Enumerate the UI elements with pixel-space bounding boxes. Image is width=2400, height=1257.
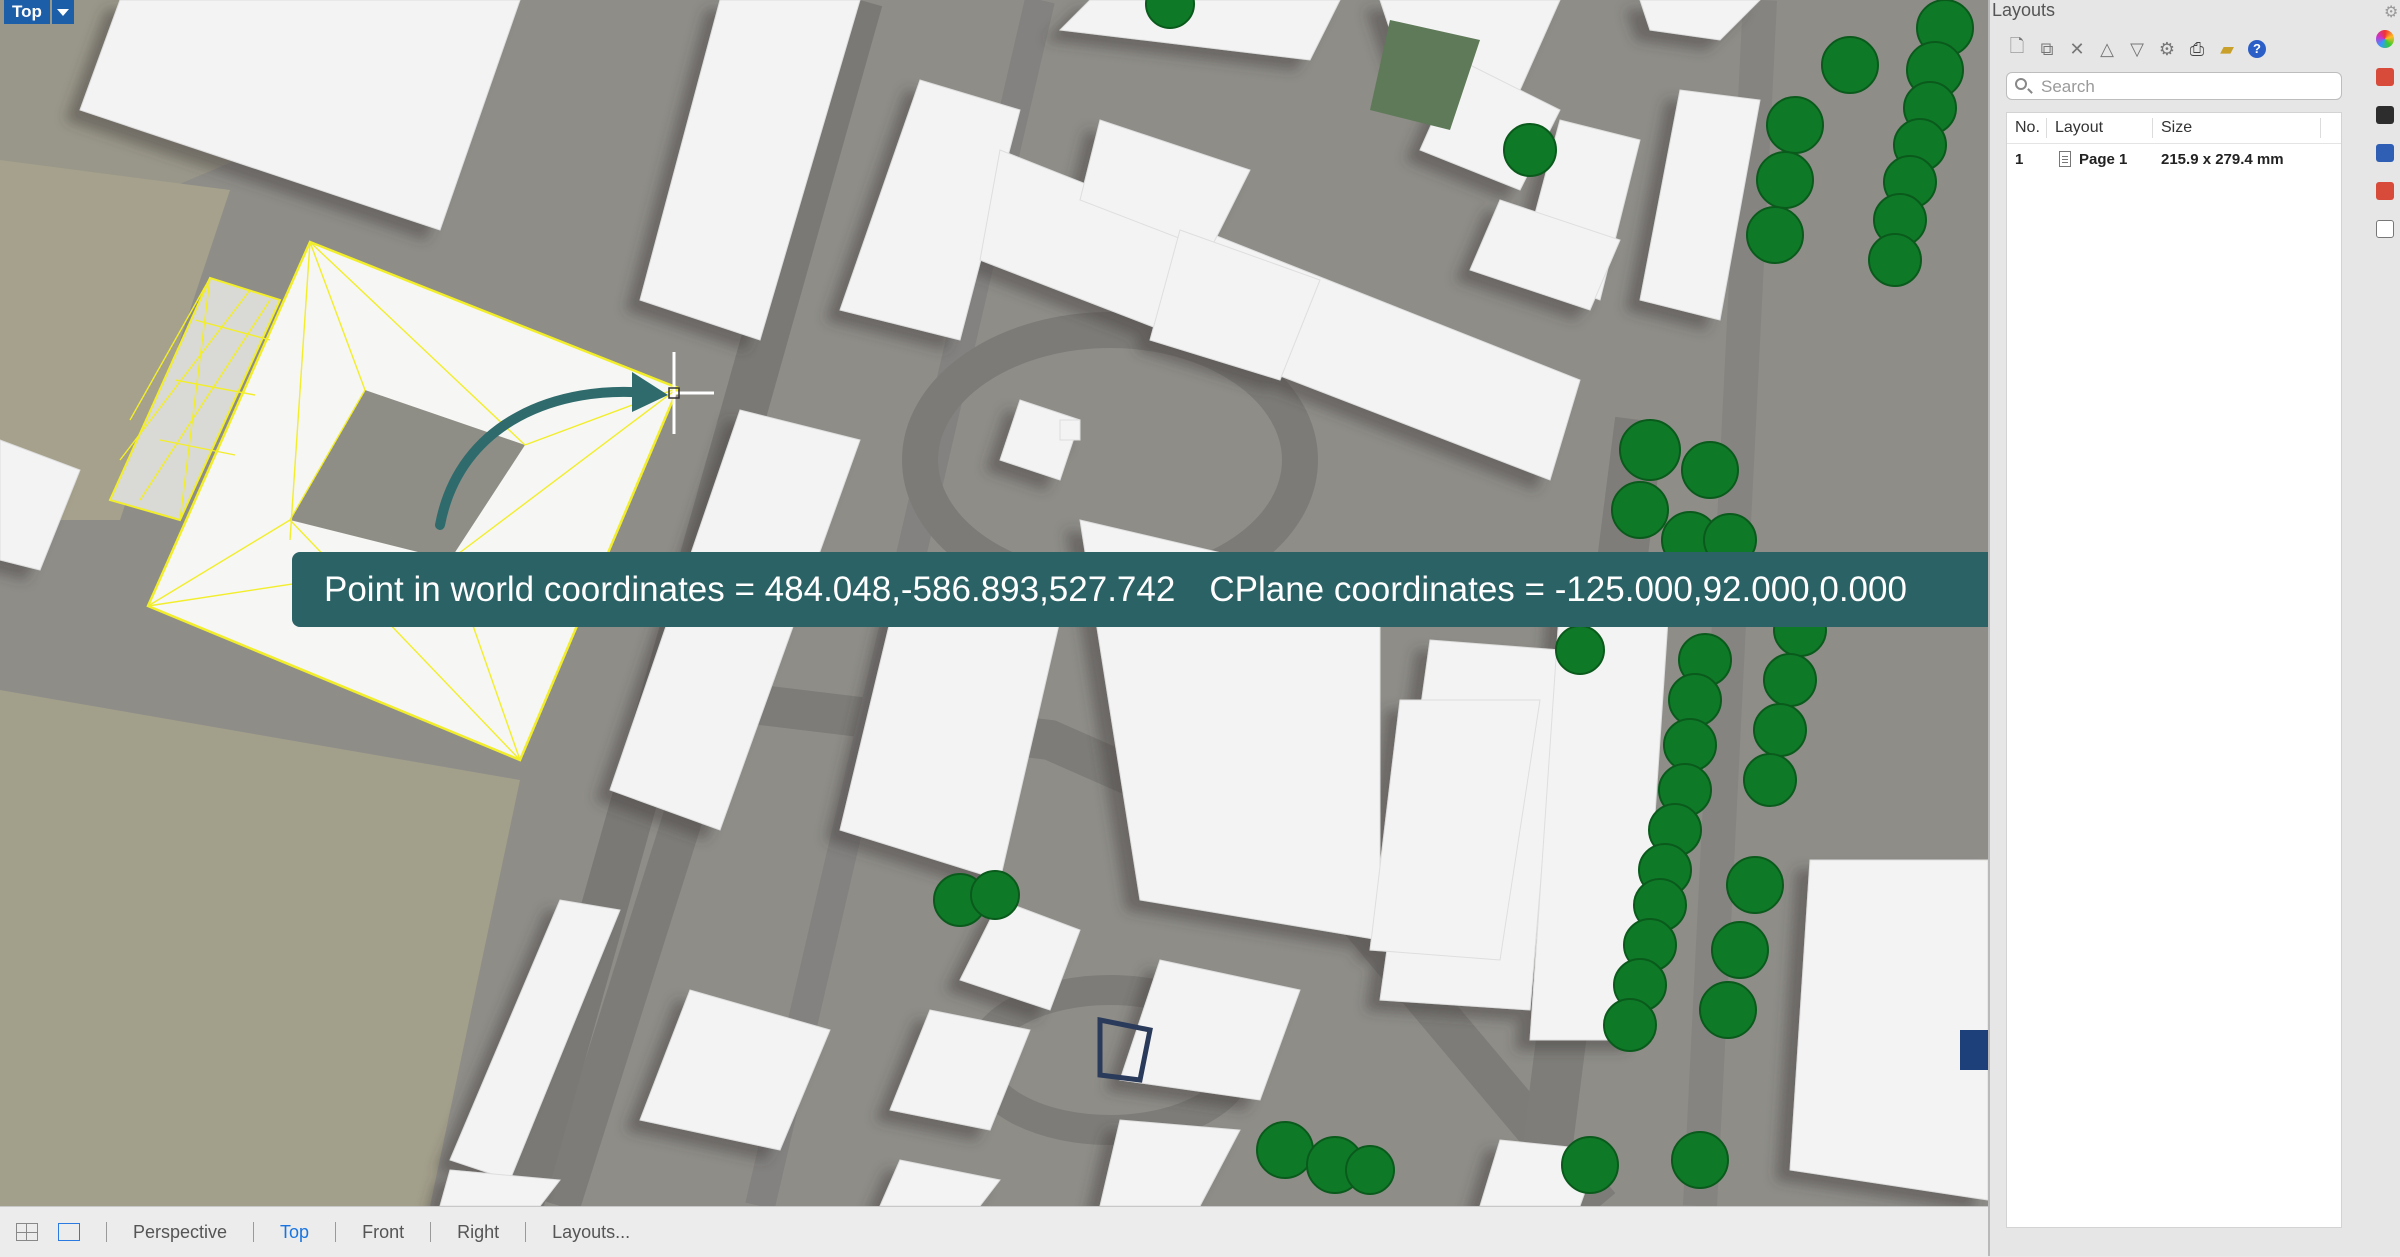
tab-top[interactable]: Top [280,1222,309,1243]
panel-tab-strip [2368,30,2400,238]
cplane-coordinates-value: -125.000,92.000,0.000 [1554,569,1907,609]
print-icon[interactable]: ⎙ [2186,38,2208,60]
move-down-icon[interactable]: ▽ [2126,38,2148,60]
list-header: No. Layout Size [2007,113,2341,144]
tab-front[interactable]: Front [362,1222,404,1243]
world-coordinates-label: Point in world coordinates = [324,569,765,609]
move-up-icon[interactable]: △ [2096,38,2118,60]
properties-gear-icon[interactable]: ⚙ [2156,38,2178,60]
search-input[interactable] [2039,75,2333,99]
named-views-icon[interactable] [2376,144,2394,162]
layout-row[interactable]: 1 Page 1 215.9 x 279.4 mm [2007,144,2341,174]
layout-number: 1 [2015,150,2024,168]
viewport-menu-dropdown-icon[interactable] [51,0,74,24]
tab-right[interactable]: Right [457,1222,499,1243]
layouts-panel: Layouts ⚙ 🗋 ⧉ ✕ △ ▽ ⚙ ⎙ ▰ ? No. Layout S… [1988,0,2400,1256]
help-icon[interactable]: ? [2246,38,2268,60]
column-no[interactable]: No. [2007,118,2047,138]
coordinate-tooltip: Point in world coordinates = 484.048,-58… [292,552,1988,627]
column-layout[interactable]: Layout [2047,118,2153,138]
viewport-label[interactable]: Top [4,0,74,24]
layouts-list: No. Layout Size 1 Page 1 215.9 x 279.4 m… [2006,112,2342,1228]
layout-name: Page 1 [2079,150,2128,168]
viewport-name[interactable]: Top [4,0,50,24]
copy-layout-icon[interactable]: ⧉ [2036,38,2058,60]
panel-title: Layouts [1992,0,2056,20]
layouts-search[interactable] [2006,72,2342,100]
delete-layout-icon[interactable]: ✕ [2066,38,2088,60]
column-size[interactable]: Size [2153,118,2321,138]
cplane-coordinates-label: CPlane coordinates = [1209,569,1555,609]
page-icon [2059,151,2071,167]
layers-icon[interactable] [2376,68,2394,86]
open-folder-icon[interactable]: ▰ [2216,38,2238,60]
single-viewport-icon[interactable] [58,1223,80,1241]
search-icon [2015,78,2027,90]
tab-perspective[interactable]: Perspective [133,1222,227,1243]
page-icon[interactable] [2376,220,2394,238]
layers-stack-icon[interactable] [2376,182,2394,200]
viewport-tab-bar: Perspective Top Front Right Layouts... [0,1206,1988,1257]
world-coordinates-value: 484.048,-586.893,527.742 [764,569,1176,609]
tab-layouts[interactable]: Layouts... [552,1222,630,1243]
color-wheel-icon[interactable] [2376,30,2394,48]
four-viewports-icon[interactable] [16,1223,38,1241]
display-icon[interactable] [2376,106,2394,124]
layout-size: 215.9 x 279.4 mm [2161,150,2284,168]
layouts-toolbar: 🗋 ⧉ ✕ △ ▽ ⚙ ⎙ ▰ ? [2006,36,2268,62]
new-layout-icon[interactable]: 🗋 [2006,36,2028,60]
top-viewport[interactable]: Top Point in world coordinates = 484.048… [0,0,1988,1206]
panel-gear-icon[interactable]: ⚙ [2384,2,2398,22]
